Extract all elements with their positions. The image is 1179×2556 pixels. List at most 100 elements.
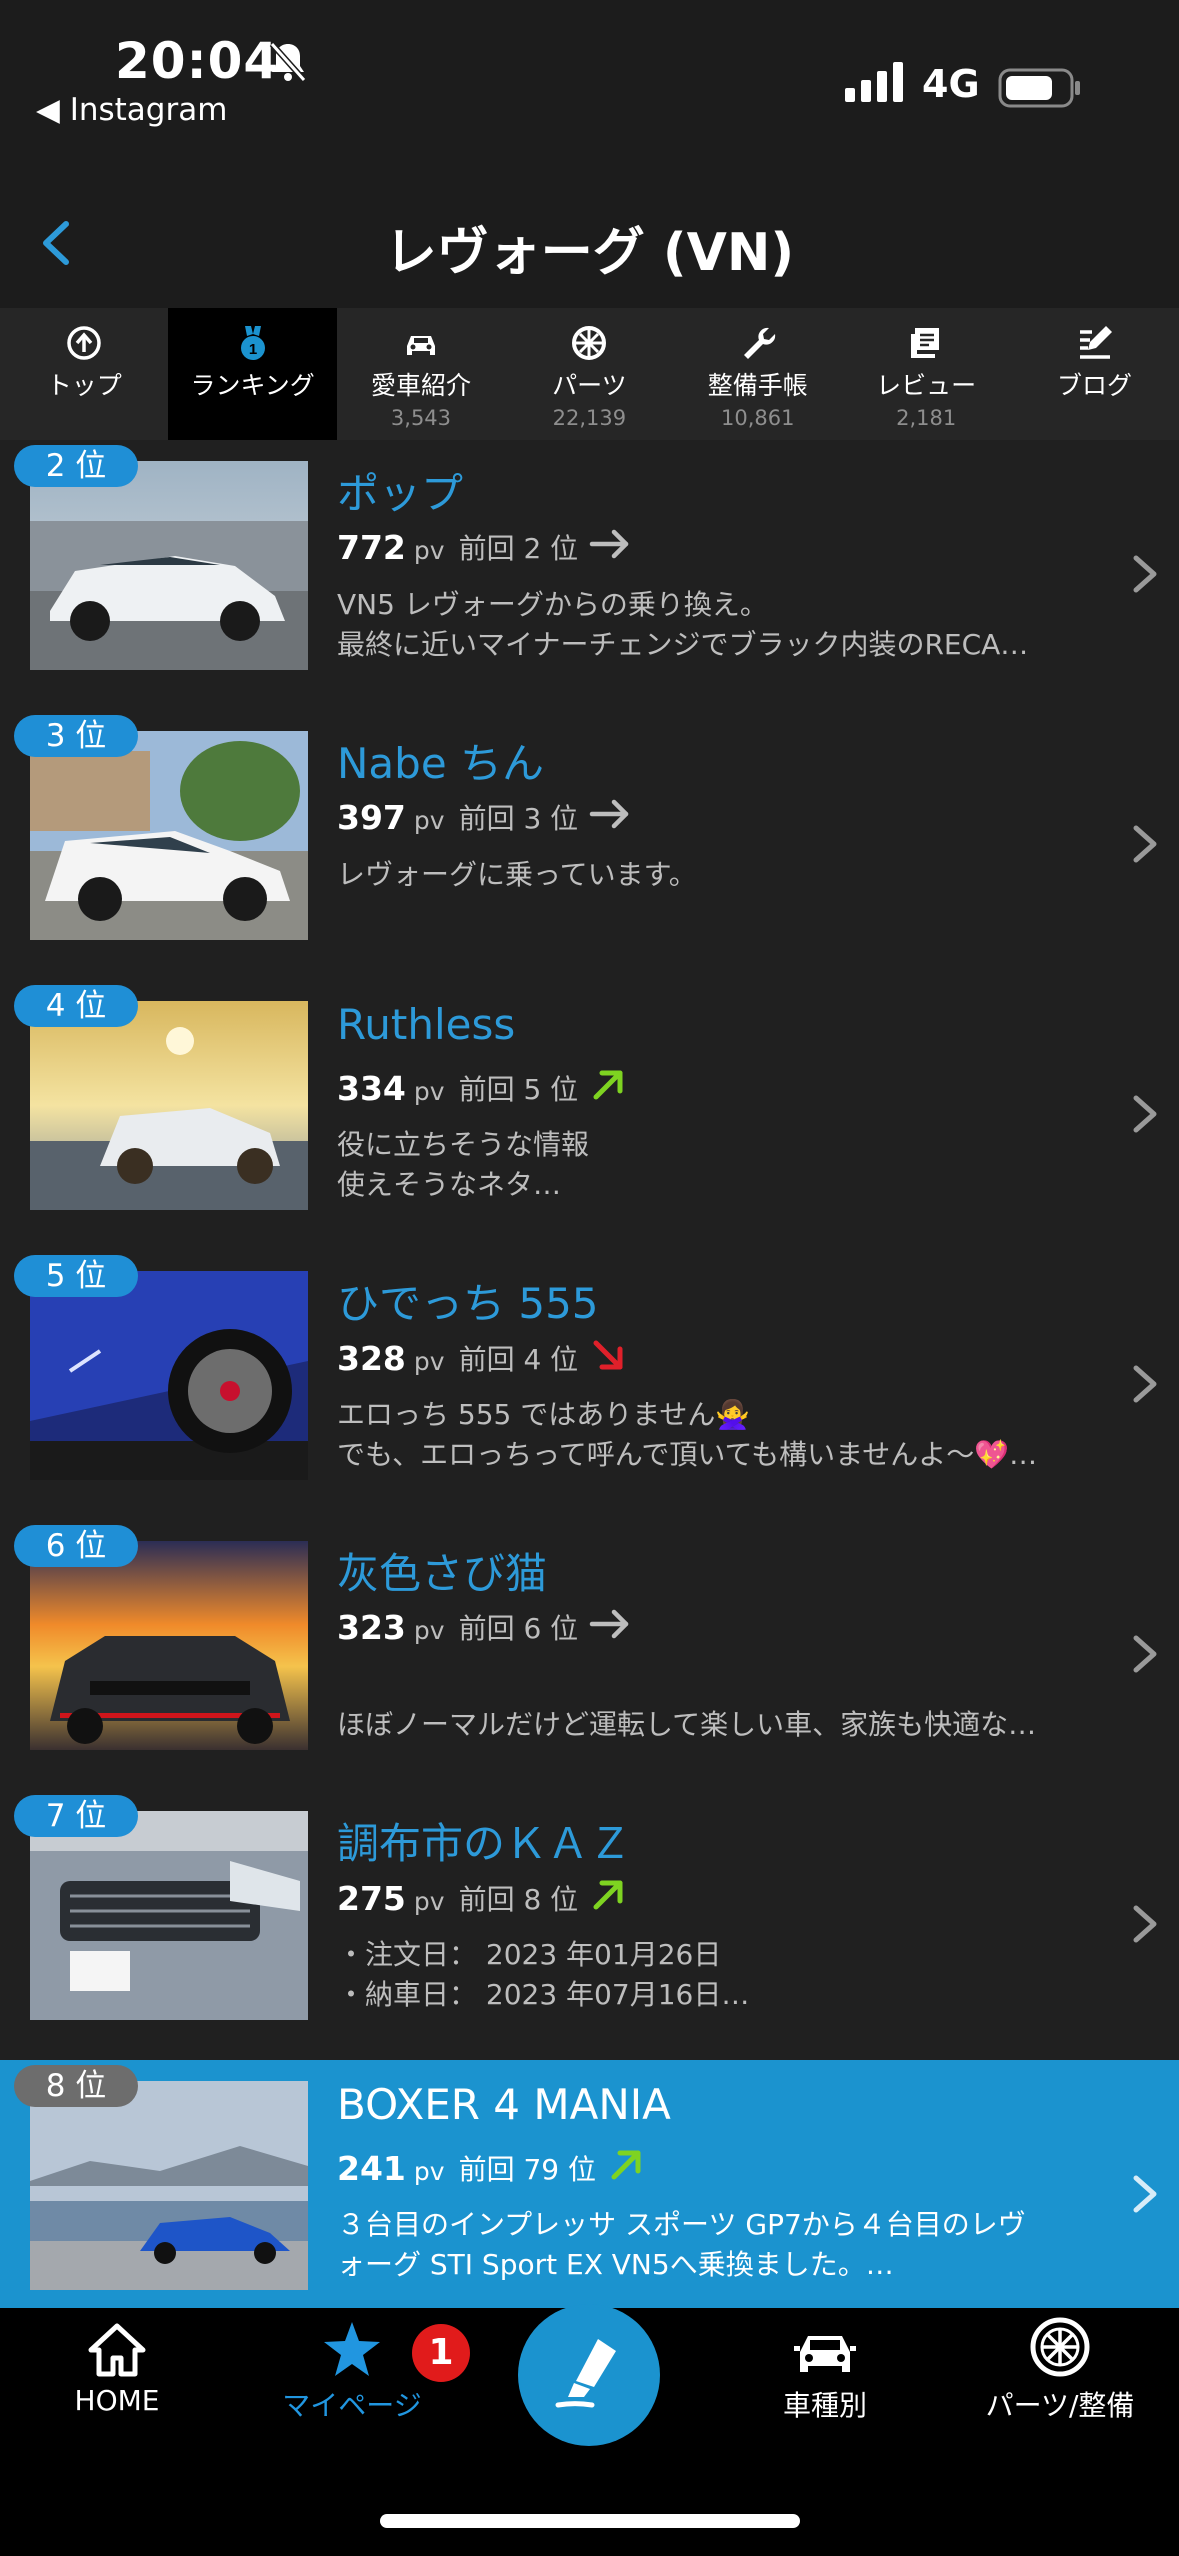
notification-badge: 1 bbox=[412, 2324, 470, 2382]
home-icon bbox=[17, 2308, 217, 2378]
rank-badge: 8 位 bbox=[14, 2065, 138, 2107]
network-type: 4G bbox=[922, 62, 980, 106]
tab-top[interactable]: トップ bbox=[0, 308, 168, 440]
tab-home[interactable]: HOME bbox=[17, 2308, 217, 2417]
back-to-instagram[interactable]: ◀ Instagram bbox=[36, 92, 227, 128]
tab-car-intro[interactable]: 愛車紹介 3,543 bbox=[337, 308, 505, 440]
user-name[interactable]: ポップ bbox=[337, 460, 463, 521]
blog-icon bbox=[1010, 324, 1178, 362]
tab-parts-label: パーツ/整備 bbox=[985, 2389, 1135, 2422]
chevron-right-icon bbox=[1130, 822, 1160, 870]
arrow-up-right-icon bbox=[588, 1877, 628, 1919]
rank-badge: 5 位 bbox=[14, 1255, 138, 1297]
tab-label: トップ bbox=[46, 371, 122, 400]
rank-badge: 3 位 bbox=[14, 715, 138, 757]
ranking-row[interactable]: 2 位 ポップ 772 pv 前回 2 位 VN5 レヴォーグからの乗り換え。 … bbox=[0, 440, 1179, 710]
user-name[interactable]: 灰色さび猫 bbox=[337, 1540, 547, 1601]
pv-unit: pv bbox=[413, 1076, 445, 1106]
pv-count: 328 bbox=[337, 1338, 406, 1378]
car-photo bbox=[30, 731, 308, 940]
ranking-row[interactable]: 5 位 ひでっち 555 328 pv 前回 4 位 エロっち 555 ではあり… bbox=[0, 1250, 1179, 1520]
previous-rank: 前回 5 位 bbox=[458, 1073, 579, 1106]
user-name[interactable]: Ruthless bbox=[337, 1000, 515, 1049]
tab-label: パーツ bbox=[552, 371, 627, 400]
wrench-icon bbox=[674, 324, 842, 362]
previous-rank: 前回 6 位 bbox=[458, 1612, 579, 1645]
category-tabs: トップ 1 ランキング 愛車紹介 3,543 パーツ 22,139 整備手帳 1… bbox=[0, 308, 1179, 440]
pen-icon bbox=[554, 2335, 624, 2415]
profile-description: エロっち 555 ではありません🙅‍♀️ でも、エロっちって呼んで頂いても構いま… bbox=[337, 1398, 1038, 1471]
battery-icon bbox=[998, 68, 1082, 112]
car-photo bbox=[30, 1541, 308, 1750]
previous-rank: 前回 4 位 bbox=[458, 1343, 579, 1376]
rank-badge: 2 位 bbox=[14, 445, 138, 487]
ranking-row-self[interactable]: 8 位 BOXER 4 MANIA 241 pv 前回 79 位 ３台目のインプ… bbox=[0, 2060, 1179, 2330]
tab-label: ブログ bbox=[1057, 371, 1133, 400]
car-icon bbox=[337, 324, 505, 362]
tab-maintenance[interactable]: 整備手帳 10,861 bbox=[674, 308, 842, 440]
home-indicator bbox=[380, 2514, 800, 2528]
arrow-up-right-icon bbox=[606, 2147, 646, 2189]
ranking-row[interactable]: 3 位 Nabe ちん 397 pv 前回 3 位 レヴォーグに乗っています。 bbox=[0, 710, 1179, 980]
chevron-right-icon bbox=[1130, 1632, 1160, 1680]
pv-stats: 241 pv 前回 79 位 bbox=[337, 2147, 646, 2189]
tab-car-type[interactable]: 車種別 bbox=[725, 2308, 925, 2424]
profile-description: VN5 レヴォーグからの乗り換え。 最終に近いマイナーチェンジでブラック内装のR… bbox=[337, 588, 1029, 661]
compose-button[interactable] bbox=[518, 2304, 660, 2446]
user-name[interactable]: 調布市のＫＡＺ bbox=[337, 1810, 631, 1871]
medal-icon: 1 bbox=[168, 324, 336, 362]
pv-unit: pv bbox=[413, 1615, 445, 1645]
tab-parts-maintenance[interactable]: パーツ/整備 bbox=[960, 2308, 1160, 2424]
pv-count: 323 bbox=[337, 1607, 406, 1647]
nav-bar: レヴォーグ (VN) bbox=[0, 160, 1179, 308]
tab-count: 2,181 bbox=[896, 406, 957, 430]
profile-description: ほぼノーマルだけど運転して楽しい車、家族も快適な… bbox=[337, 1708, 1037, 1741]
pv-stats: 397 pv 前回 3 位 bbox=[337, 797, 632, 837]
tab-review[interactable]: レビュー 2,181 bbox=[842, 308, 1010, 440]
car-photo bbox=[30, 1271, 308, 1480]
ranking-row[interactable]: 7 位 調布市のＫＡＺ 275 pv 前回 8 位 ・注文日： 2023 年01… bbox=[0, 1790, 1179, 2060]
page-title: レヴォーグ (VN) bbox=[384, 223, 795, 283]
tab-blog[interactable]: ブログ bbox=[1010, 308, 1178, 440]
arrow-up-right-icon bbox=[588, 1067, 628, 1109]
wheel-icon bbox=[505, 324, 673, 362]
tab-label: ランキング bbox=[190, 371, 315, 400]
profile-description: ・注文日： 2023 年01月26日 ・納車日： 2023 年07月16日… bbox=[337, 1938, 750, 2011]
tab-ranking[interactable]: 1 ランキング bbox=[168, 308, 337, 440]
review-icon bbox=[842, 324, 1010, 362]
user-name[interactable]: BOXER 4 MANIA bbox=[337, 2080, 671, 2129]
pv-count: 241 bbox=[337, 2148, 406, 2188]
user-name[interactable]: ひでっち 555 bbox=[337, 1270, 599, 1331]
tab-label: 愛車紹介 bbox=[370, 371, 471, 400]
user-name[interactable]: Nabe ちん bbox=[337, 730, 544, 791]
pv-unit: pv bbox=[413, 535, 445, 565]
car-photo bbox=[30, 1001, 308, 1210]
tab-parts[interactable]: パーツ 22,139 bbox=[505, 308, 673, 440]
rank-badge: 4 位 bbox=[14, 985, 138, 1027]
pv-count: 772 bbox=[337, 527, 406, 567]
pv-stats: 334 pv 前回 5 位 bbox=[337, 1067, 628, 1109]
ranking-list: 2 位 ポップ 772 pv 前回 2 位 VN5 レヴォーグからの乗り換え。 … bbox=[0, 440, 1179, 2330]
pv-stats: 275 pv 前回 8 位 bbox=[337, 1877, 628, 1919]
car-front-icon bbox=[725, 2308, 925, 2378]
tab-count bbox=[168, 406, 336, 430]
status-bar: 20:04 ◀ Instagram 4G bbox=[0, 0, 1179, 160]
arrow-right-icon bbox=[588, 797, 632, 837]
tab-count bbox=[1010, 406, 1178, 430]
tab-home-label: HOME bbox=[74, 2384, 160, 2417]
chevron-right-icon bbox=[1130, 2172, 1160, 2220]
tab-label: レビュー bbox=[876, 371, 977, 400]
car-photo bbox=[30, 461, 308, 670]
ranking-row[interactable]: 6 位 灰色さび猫 323 pv 前回 6 位 ほぼノーマルだけど運転して楽しい… bbox=[0, 1520, 1179, 1790]
tab-count: 3,543 bbox=[390, 406, 452, 430]
tab-count bbox=[0, 406, 168, 430]
pv-unit: pv bbox=[413, 2156, 445, 2186]
previous-rank: 前回 3 位 bbox=[458, 802, 579, 835]
pv-count: 334 bbox=[337, 1068, 406, 1108]
pv-stats: 772 pv 前回 2 位 bbox=[337, 527, 632, 567]
tab-count: 22,139 bbox=[552, 406, 627, 430]
ranking-row[interactable]: 4 位 Ruthless 334 pv 前回 5 位 役に立ちそうな情報 使えそ… bbox=[0, 980, 1179, 1250]
top-circle-icon bbox=[0, 324, 168, 362]
signal-icon bbox=[845, 62, 907, 106]
rank-badge: 6 位 bbox=[14, 1525, 138, 1567]
